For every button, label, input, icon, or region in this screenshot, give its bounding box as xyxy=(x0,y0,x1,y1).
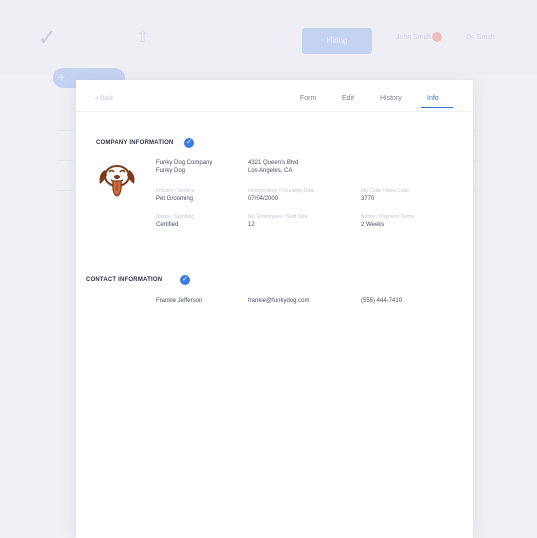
field-value-founded: 07/04/2000 xyxy=(248,196,279,202)
field-label-status: Status / Standing xyxy=(156,214,195,220)
field-label-industry: Industry / Service xyxy=(156,188,195,194)
field-label-founded: Incorporation / Founding Date xyxy=(248,188,315,194)
field-value-employees: 12 xyxy=(248,222,255,228)
company-section-title: COMPANY INFORMATION xyxy=(96,140,174,146)
contact-email[interactable]: frankie@funkydog.com xyxy=(248,298,309,304)
active-tab-indicator xyxy=(421,107,453,108)
field-value-zip: 3770 xyxy=(361,196,375,202)
company-name: Funky Dog Company xyxy=(156,160,213,166)
field-label-zip: Zip Code / Area Code xyxy=(361,188,410,194)
field-label-terms: Notice / Payment Terms xyxy=(361,214,414,220)
company-alias: Funky Dog xyxy=(156,168,186,174)
company-logo xyxy=(96,158,138,200)
tab-info[interactable]: Info xyxy=(427,95,439,102)
tab-edit[interactable]: Edit xyxy=(342,95,354,102)
address-line-2: Los Angeles, CA xyxy=(248,168,293,174)
verified-check-icon: ✓ xyxy=(180,275,190,285)
tab-bar: Form Edit History Info xyxy=(76,80,473,110)
dog-logo-icon xyxy=(99,165,135,197)
contact-section-title: CONTACT INFORMATION xyxy=(86,277,163,283)
header-divider xyxy=(76,111,473,112)
tab-history[interactable]: History xyxy=(380,95,402,102)
field-value-status: Certified xyxy=(156,222,179,228)
contact-name: Frankie Jefferson xyxy=(156,298,203,304)
tab-form[interactable]: Form xyxy=(300,95,316,102)
contact-phone[interactable]: (555) 444-7410 xyxy=(361,298,402,304)
field-value-industry: Pet Grooming xyxy=(156,196,194,202)
verified-check-icon: ✓ xyxy=(184,138,194,148)
field-label-employees: No. Employees / Staff Size xyxy=(248,214,308,220)
field-value-terms: 2 Weeks xyxy=(361,222,385,228)
company-info-modal: < Back Form Edit History Info COMPANY IN… xyxy=(76,80,473,538)
address-line-1: 4321 Queen's Blvd xyxy=(248,160,299,166)
